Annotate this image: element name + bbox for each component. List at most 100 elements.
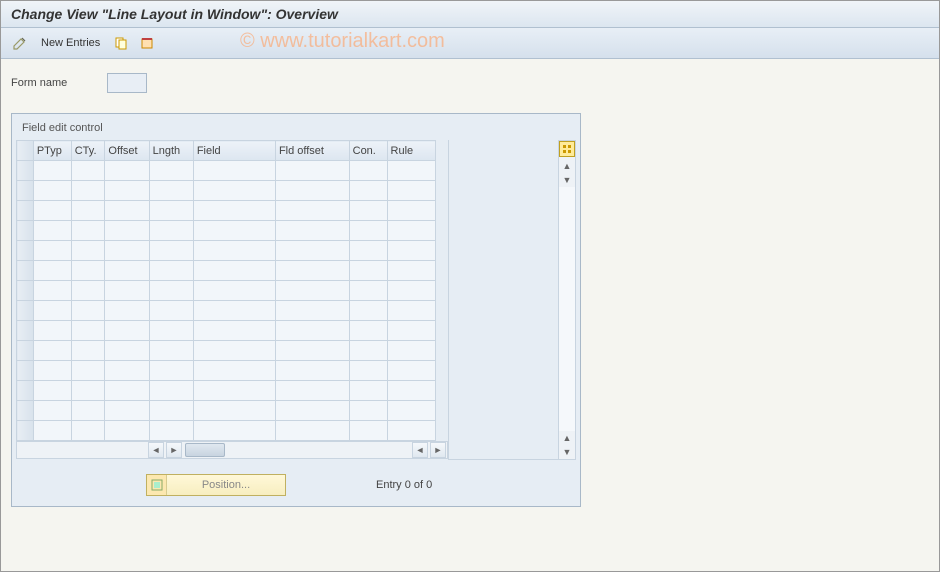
hscroll-left-icon[interactable]: ◄ — [148, 442, 164, 458]
grid-cell[interactable] — [349, 221, 387, 241]
col-con[interactable]: Con. — [349, 141, 387, 161]
grid-cell[interactable] — [349, 201, 387, 221]
grid-cell[interactable] — [149, 261, 193, 281]
grid-cell[interactable] — [387, 221, 435, 241]
table-row[interactable] — [17, 401, 436, 421]
hscroll-left2-icon[interactable]: ◄ — [412, 442, 428, 458]
row-header[interactable] — [17, 281, 34, 301]
table-row[interactable] — [17, 341, 436, 361]
table-row[interactable] — [17, 181, 436, 201]
grid-cell[interactable] — [33, 201, 71, 221]
grid-cell[interactable] — [71, 161, 105, 181]
grid-cell[interactable] — [349, 361, 387, 381]
table-row[interactable] — [17, 321, 436, 341]
grid-cell[interactable] — [275, 161, 349, 181]
row-header[interactable] — [17, 181, 34, 201]
grid-cell[interactable] — [71, 401, 105, 421]
grid-cell[interactable] — [387, 241, 435, 261]
grid-cell[interactable] — [149, 161, 193, 181]
col-rule[interactable]: Rule — [387, 141, 435, 161]
row-header[interactable] — [17, 421, 34, 441]
grid-cell[interactable] — [105, 421, 149, 441]
row-header[interactable] — [17, 401, 34, 421]
grid-cell[interactable] — [33, 161, 71, 181]
grid-cell[interactable] — [349, 261, 387, 281]
grid-cell[interactable] — [149, 301, 193, 321]
change-icon[interactable] — [11, 34, 29, 52]
grid-cell[interactable] — [387, 401, 435, 421]
table-row[interactable] — [17, 241, 436, 261]
row-header[interactable] — [17, 201, 34, 221]
grid-cell[interactable] — [149, 401, 193, 421]
scroll-up2-icon[interactable]: ▲ — [560, 431, 574, 445]
grid-cell[interactable] — [71, 241, 105, 261]
row-header[interactable] — [17, 241, 34, 261]
grid-cell[interactable] — [149, 241, 193, 261]
hscroll-thumb[interactable] — [185, 443, 225, 457]
grid-cell[interactable] — [149, 201, 193, 221]
grid-cell[interactable] — [349, 181, 387, 201]
grid-cell[interactable] — [275, 301, 349, 321]
grid-cell[interactable] — [193, 241, 275, 261]
grid-cell[interactable] — [349, 321, 387, 341]
grid-cell[interactable] — [71, 421, 105, 441]
position-button[interactable]: Position... — [146, 474, 286, 496]
grid-cell[interactable] — [105, 381, 149, 401]
table-row[interactable] — [17, 281, 436, 301]
row-header[interactable] — [17, 161, 34, 181]
grid-cell[interactable] — [105, 201, 149, 221]
grid-cell[interactable] — [33, 321, 71, 341]
grid-cell[interactable] — [105, 401, 149, 421]
copy-icon[interactable] — [112, 34, 130, 52]
scroll-down2-icon[interactable]: ▼ — [560, 445, 574, 459]
table-row[interactable] — [17, 301, 436, 321]
grid-cell[interactable] — [193, 361, 275, 381]
row-header[interactable] — [17, 221, 34, 241]
grid-cell[interactable] — [33, 241, 71, 261]
col-cty[interactable]: CTy. — [71, 141, 105, 161]
grid-cell[interactable] — [149, 421, 193, 441]
grid-cell[interactable] — [275, 201, 349, 221]
grid-cell[interactable] — [193, 321, 275, 341]
grid-cell[interactable] — [71, 201, 105, 221]
grid-cell[interactable] — [275, 401, 349, 421]
grid-cell[interactable] — [193, 221, 275, 241]
grid-cell[interactable] — [275, 261, 349, 281]
grid-cell[interactable] — [349, 401, 387, 421]
grid-cell[interactable] — [193, 401, 275, 421]
grid-cell[interactable] — [33, 281, 71, 301]
col-lngth[interactable]: Lngth — [149, 141, 193, 161]
col-offset[interactable]: Offset — [105, 141, 149, 161]
grid-cell[interactable] — [71, 221, 105, 241]
grid-cell[interactable] — [149, 281, 193, 301]
table-row[interactable] — [17, 361, 436, 381]
new-entries-button[interactable]: New Entries — [37, 35, 104, 51]
grid-cell[interactable] — [71, 281, 105, 301]
grid-cell[interactable] — [349, 301, 387, 321]
grid-cell[interactable] — [71, 361, 105, 381]
grid-cell[interactable] — [275, 241, 349, 261]
grid-cell[interactable] — [387, 181, 435, 201]
grid-cell[interactable] — [387, 161, 435, 181]
table-row[interactable] — [17, 381, 436, 401]
grid-cell[interactable] — [71, 341, 105, 361]
grid-cell[interactable] — [275, 361, 349, 381]
grid-cell[interactable] — [71, 301, 105, 321]
grid-cell[interactable] — [105, 301, 149, 321]
grid-cell[interactable] — [275, 381, 349, 401]
grid-cell[interactable] — [105, 361, 149, 381]
grid-cell[interactable] — [193, 261, 275, 281]
grid-cell[interactable] — [149, 361, 193, 381]
table-row[interactable] — [17, 161, 436, 181]
vscroll-track[interactable] — [559, 187, 575, 431]
row-header[interactable] — [17, 301, 34, 321]
hscroll-right-icon[interactable]: ► — [166, 442, 182, 458]
grid-cell[interactable] — [33, 181, 71, 201]
grid-cell[interactable] — [105, 281, 149, 301]
grid-cell[interactable] — [33, 301, 71, 321]
grid-cell[interactable] — [387, 201, 435, 221]
col-field[interactable]: Field — [193, 141, 275, 161]
grid-cell[interactable] — [349, 381, 387, 401]
grid-cell[interactable] — [387, 321, 435, 341]
grid-cell[interactable] — [105, 321, 149, 341]
